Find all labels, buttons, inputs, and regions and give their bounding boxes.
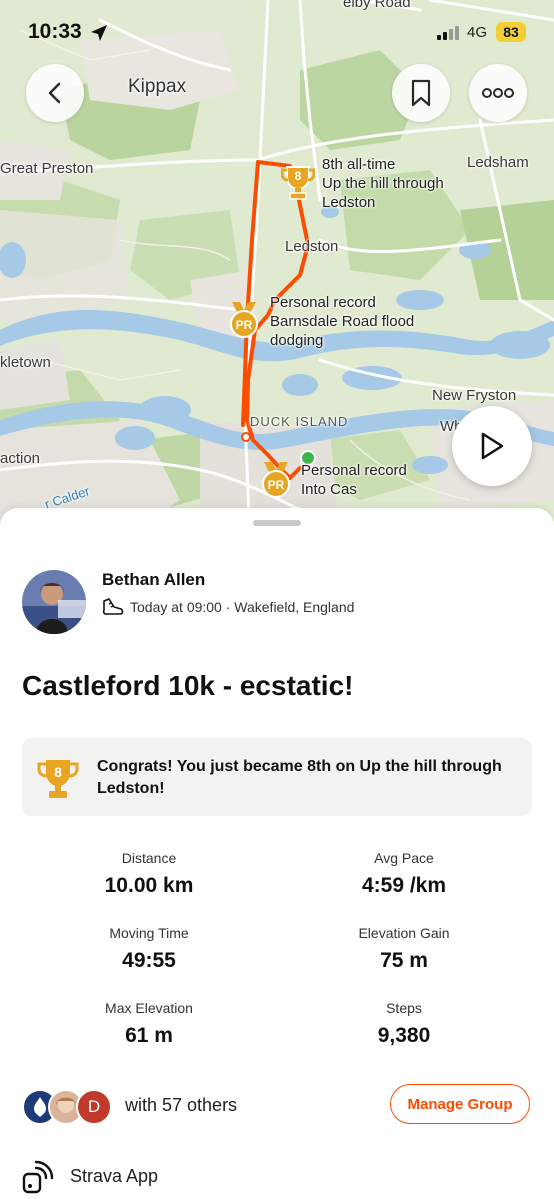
segment-3-line2: Into Cas [301, 481, 357, 498]
stat-label: Distance [121, 850, 177, 866]
map-label-kippax: Kippax [128, 76, 187, 97]
activity-sheet: Bethan Allen Today at 09:00 · Wakefield,… [0, 508, 554, 1199]
segment-label-1[interactable]: 8th all-time Up the hill through Ledston [322, 155, 444, 212]
segment-label-2[interactable]: Personal record Barnsdale Road flood dod… [270, 293, 414, 350]
stat-label: Elevation Gain [358, 925, 450, 941]
trophy-icon: 8 [36, 756, 80, 805]
stat-label: Steps [386, 1000, 422, 1016]
location-arrow-icon [90, 24, 108, 47]
bookmark-button[interactable] [392, 64, 450, 122]
stat-label: Moving Time [109, 925, 189, 941]
map-label-ledston: Ledston [285, 238, 339, 255]
route-map[interactable]: elby Road Kippax Great Preston Ledsham L… [0, 0, 554, 540]
stat-moving-time: Moving Time 49:55 [39, 925, 259, 973]
group-others-text[interactable]: with 57 others [125, 1095, 237, 1116]
map-label-new-fryston: New Fryston [432, 387, 517, 404]
play-icon [481, 432, 504, 460]
trophy-icon[interactable]: 8 [280, 163, 316, 206]
segment-2-line3: dodging [270, 332, 324, 349]
sheet-handle[interactable] [253, 520, 301, 526]
status-time: 10:33 [28, 20, 82, 43]
back-button[interactable] [26, 64, 84, 122]
manage-group-button[interactable]: Manage Group [390, 1084, 530, 1124]
segment-1-line3: Ledston [322, 194, 376, 211]
stat-value: 10.00 km [104, 874, 194, 897]
stat-value: 9,380 [377, 1024, 431, 1047]
segment-2-line2: Barnsdale Road flood [270, 313, 415, 330]
segment-1-line1: 8th all-time [322, 156, 396, 173]
battery-indicator: 83 [496, 22, 526, 42]
activity-meta-text: Today at 09:00 · Wakefield, England [130, 599, 355, 615]
activity-meta: Today at 09:00 · Wakefield, England [102, 598, 354, 616]
stat-max-elevation: Max Elevation 61 m [39, 1000, 259, 1048]
network-type: 4G [467, 24, 488, 41]
map-label-duck-island: DUCK ISLAND [250, 414, 349, 429]
segment-2-line1: Personal record [270, 294, 376, 311]
pr-label: PR [235, 318, 253, 332]
stat-avg-pace: Avg Pace 4:59 /km [294, 850, 514, 898]
pr-medal-icon[interactable]: PR [226, 300, 262, 345]
device-name: Strava App [70, 1166, 159, 1186]
status-bar: 10:33 4G 83 [0, 0, 554, 66]
athlete-name[interactable]: Bethan Allen [102, 570, 205, 590]
group-avatar-initial[interactable]: D [76, 1089, 112, 1125]
more-icon [482, 88, 514, 98]
map-label-ledsham: Ledsham [467, 154, 529, 171]
bookmark-icon [411, 79, 431, 107]
chevron-left-icon [48, 82, 61, 104]
device-row: Strava App [22, 1160, 158, 1199]
signal-icon [437, 26, 461, 45]
map-label-kletown: kletown [0, 354, 51, 371]
stat-distance: Distance 10.00 km [39, 850, 259, 898]
group-row: D with 57 others Manage Group [22, 1084, 532, 1128]
segment-3-line1: Personal record [301, 462, 407, 479]
pr-medal-icon[interactable]: PR [258, 460, 294, 505]
stat-value: 4:59 /km [361, 874, 447, 897]
stat-elevation-gain: Elevation Gain 75 m [294, 925, 514, 973]
congrats-rank: 8 [54, 764, 62, 780]
stat-label: Avg Pace [374, 850, 434, 866]
avatar[interactable] [22, 570, 86, 634]
stat-value: 49:55 [122, 949, 176, 972]
play-flyover-button[interactable] [452, 406, 532, 486]
activity-title: Castleford 10k - ecstatic! [22, 670, 354, 701]
achievement-banner[interactable]: 8 Congrats! You just became 8th on Up th… [22, 738, 532, 816]
pr-label: PR [267, 478, 285, 492]
trophy-rank: 8 [294, 169, 302, 183]
segment-1-line2: Up the hill through [322, 175, 444, 192]
stat-value: 61 m [125, 1024, 173, 1047]
watch-icon [22, 1160, 54, 1194]
achievement-text: Congrats! You just became 8th on Up the … [97, 758, 502, 797]
map-label-great-preston: Great Preston [0, 160, 94, 177]
stat-steps: Steps 9,380 [294, 1000, 514, 1048]
stat-label: Max Elevation [105, 1000, 193, 1016]
more-options-button[interactable] [469, 64, 527, 122]
shoe-icon [102, 598, 124, 615]
segment-label-3[interactable]: Personal record Into Cas [301, 461, 407, 499]
map-label-action: action [0, 450, 41, 467]
stat-value: 75 m [380, 949, 428, 972]
